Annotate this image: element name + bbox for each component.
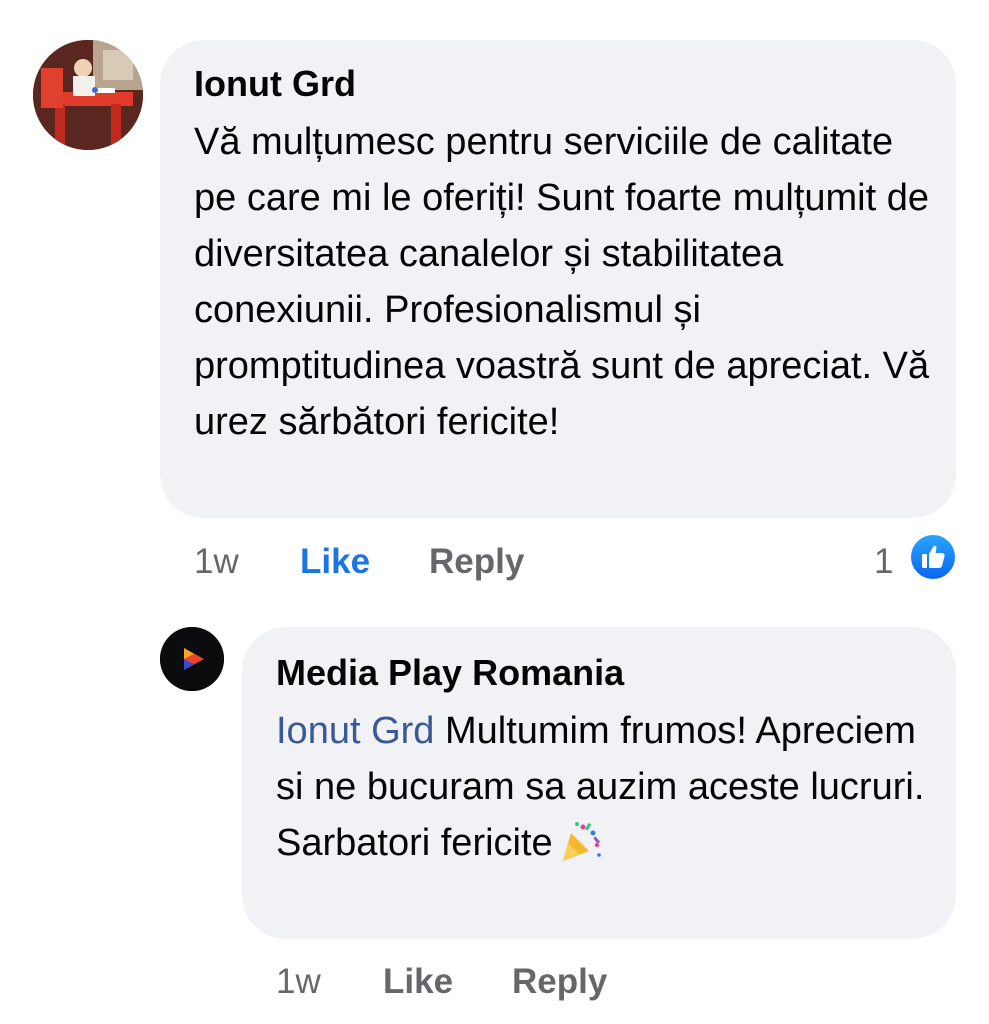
comment-timestamp[interactable]: 1w: [194, 540, 239, 584]
mention-link[interactable]: Ionut Grd: [276, 710, 434, 752]
like-button[interactable]: Like: [300, 540, 370, 584]
reply-reply-button[interactable]: Reply: [512, 960, 607, 1004]
reply-text: Ionut Grd Multumim frumos! Apreciem si n…: [276, 703, 936, 879]
avatar[interactable]: [33, 40, 143, 150]
reaction-count[interactable]: 1: [874, 540, 893, 584]
reply-author[interactable]: Media Play Romania: [276, 650, 624, 696]
comments-thread: Ionut Grd Vă mulțumesc pentru serviciile…: [0, 0, 989, 1024]
thumbs-up-icon[interactable]: [908, 532, 958, 582]
page-avatar[interactable]: [160, 627, 224, 691]
reply-like-button[interactable]: Like: [383, 960, 453, 1004]
reply-timestamp[interactable]: 1w: [276, 960, 321, 1004]
comment-author[interactable]: Ionut Grd: [194, 60, 356, 108]
comment-text: Vă mulțumesc pentru serviciile de calita…: [194, 121, 930, 443]
party-popper-icon: [559, 819, 603, 879]
reply-button[interactable]: Reply: [429, 540, 524, 584]
